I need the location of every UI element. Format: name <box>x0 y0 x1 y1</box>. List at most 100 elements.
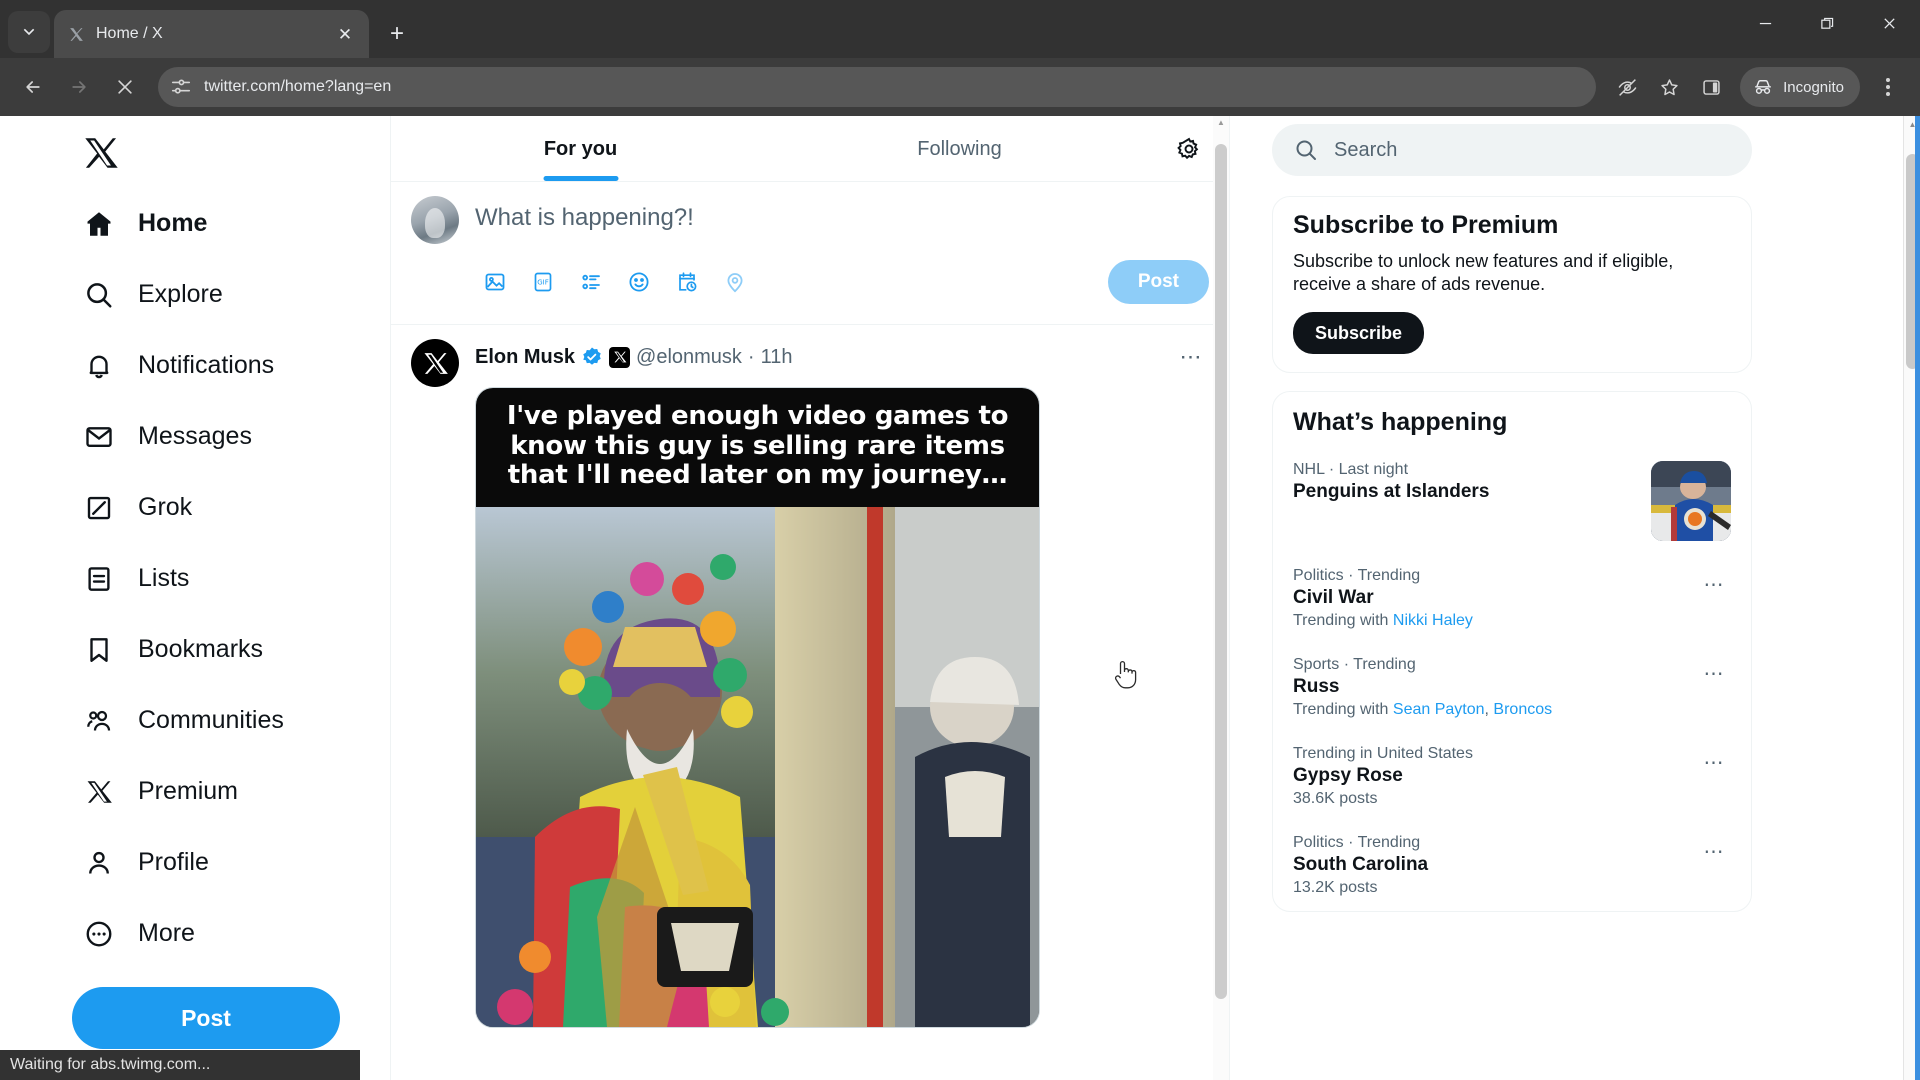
stop-loading-button[interactable] <box>104 66 146 108</box>
gear-icon <box>1177 137 1199 159</box>
tab-label: Following <box>917 138 1002 160</box>
new-tab-button[interactable]: + <box>379 16 415 52</box>
stop-loading-icon <box>118 80 132 94</box>
avatar[interactable] <box>411 196 459 244</box>
back-button[interactable] <box>12 66 54 108</box>
grok-icon <box>82 491 116 525</box>
page-scrollbar[interactable]: ▲ <box>1903 116 1920 1080</box>
tab-search-button[interactable] <box>8 11 50 53</box>
gif-icon[interactable]: GIF <box>523 262 563 302</box>
site-settings-icon[interactable] <box>170 76 192 98</box>
sidebar-item-premium[interactable]: Premium <box>72 756 260 827</box>
scroll-up-arrow[interactable]: ▲ <box>1213 118 1229 127</box>
sidebar-item-label: Lists <box>138 564 190 592</box>
trend-item[interactable]: NHL · Last night Penguins at Islanders <box>1273 449 1751 555</box>
premium-card: Subscribe to Premium Subscribe to unlock… <box>1272 196 1752 374</box>
sidebar-item-home[interactable]: Home <box>72 188 229 259</box>
trend-link[interactable]: Broncos <box>1493 701 1552 718</box>
trend-sub-prefix: Trending with <box>1293 612 1393 630</box>
poll-icon[interactable] <box>571 262 611 302</box>
tab-title: Home / X <box>96 25 163 42</box>
schedule-icon[interactable] <box>667 262 707 302</box>
bookmark-button[interactable] <box>1650 68 1688 106</box>
sidebar-item-notifications[interactable]: Notifications <box>72 330 296 401</box>
emoji-icon[interactable] <box>619 262 659 302</box>
sidebar-item-bookmarks[interactable]: Bookmarks <box>72 614 285 685</box>
address-bar[interactable]: twitter.com/home?lang=en <box>158 67 1597 107</box>
tweet-media[interactable]: I've played enough video games to know t… <box>475 387 1040 1028</box>
sidebar-item-label: Home <box>138 209 208 237</box>
forward-button[interactable] <box>58 66 100 108</box>
trend-link[interactable]: Nikki Haley <box>1393 612 1473 629</box>
sidebar-item-label: Bookmarks <box>138 635 264 663</box>
sidebar-item-explore[interactable]: Explore <box>72 259 245 330</box>
search-input[interactable]: Search <box>1272 124 1752 176</box>
tweet-header: Elon Musk @elonmusk · 11h ⋯ <box>475 339 1209 375</box>
sidebar-item-more[interactable]: More <box>72 898 217 969</box>
tab-for-you[interactable]: For you <box>391 116 770 181</box>
browser-tab[interactable]: Home / X ✕ <box>54 10 369 58</box>
chevron-down-icon <box>23 28 35 36</box>
image-icon[interactable] <box>475 262 515 302</box>
tracking-protection-button[interactable] <box>1608 68 1646 106</box>
compose-toolbar: GIF Post <box>475 260 1209 318</box>
tab-close-icon[interactable]: ✕ <box>333 22 357 46</box>
sidebar-item-profile[interactable]: Profile <box>72 827 231 898</box>
search-placeholder: Search <box>1334 138 1398 161</box>
home-icon <box>82 207 116 241</box>
minimize-button[interactable] <box>1734 0 1796 46</box>
sidebar-item-label: Messages <box>138 422 252 450</box>
subscribe-button[interactable]: Subscribe <box>1293 312 1425 355</box>
tweet-author-handle[interactable]: @elonmusk <box>636 346 742 369</box>
tweet-author-avatar[interactable] <box>411 339 459 387</box>
maximize-button[interactable] <box>1796 0 1858 46</box>
location-icon[interactable] <box>715 262 755 302</box>
trend-more-button[interactable]: ⋯ <box>1697 745 1731 779</box>
window-controls <box>1734 0 1920 58</box>
trend-more-button[interactable]: ⋯ <box>1697 656 1731 690</box>
person-icon <box>82 846 116 880</box>
compose-input[interactable]: What is happening?! <box>475 196 1209 260</box>
trend-subtext: Trending with Sean Payton, Broncos <box>1293 701 1687 719</box>
tweet-author-name[interactable]: Elon Musk <box>475 346 575 369</box>
trend-name: Civil War <box>1293 587 1374 609</box>
sidebar-item-label: Notifications <box>138 351 275 379</box>
trend-item[interactable]: Politics · Trending Civil War Trending w… <box>1273 555 1751 644</box>
trend-more-button[interactable]: ⋯ <box>1697 834 1731 868</box>
trend-name: Penguins at Islanders <box>1293 481 1490 503</box>
trend-item[interactable]: Sports · Trending Russ Trending with Sea… <box>1273 644 1751 733</box>
profile-chip[interactable]: Incognito <box>1740 67 1860 107</box>
x-logo-icon[interactable] <box>72 124 130 182</box>
trend-item[interactable]: Trending in United States Gypsy Rose 38.… <box>1273 733 1751 822</box>
compose-post-button[interactable]: Post <box>72 987 340 1049</box>
side-panel-button[interactable] <box>1692 68 1730 106</box>
sidebar-item-communities[interactable]: Communities <box>72 685 306 756</box>
scrollbar-thumb[interactable] <box>1215 144 1227 999</box>
trend-item[interactable]: Politics · Trending South Carolina 13.2K… <box>1273 822 1751 911</box>
svg-text:GIF: GIF <box>537 279 549 287</box>
post-button[interactable]: Post <box>1107 260 1209 304</box>
sidebar-item-messages[interactable]: Messages <box>72 401 274 472</box>
trend-subtext: Trending with Nikki Haley <box>1293 612 1687 630</box>
trend-post-count: 13.2K posts <box>1293 879 1378 897</box>
chrome-menu-button[interactable] <box>1868 67 1908 107</box>
search-icon <box>1296 140 1316 160</box>
tweet: Elon Musk @elonmusk · 11h ⋯ I've played … <box>391 325 1229 1028</box>
bookmark-star-icon <box>1660 78 1678 95</box>
sidebar-item-label: More <box>138 919 195 947</box>
tab-following[interactable]: Following <box>770 116 1149 181</box>
tweet-more-button[interactable]: ⋯ <box>1173 339 1209 375</box>
timeline-scrollbar[interactable]: ▲ <box>1213 116 1229 1080</box>
timeline-column: For you Following What is happening?! GI… <box>390 116 1230 1080</box>
trend-link[interactable]: Sean Payton <box>1393 701 1485 718</box>
trend-more-button[interactable]: ⋯ <box>1697 567 1731 601</box>
trend-name: South Carolina <box>1293 854 1429 876</box>
close-button[interactable] <box>1858 0 1920 46</box>
trend-category: Politics · Trending <box>1293 834 1421 852</box>
trend-name: Russ <box>1293 676 1340 698</box>
sidebar-item-lists[interactable]: Lists <box>72 543 211 614</box>
sidebar-item-grok[interactable]: Grok <box>72 472 214 543</box>
tweet-timestamp[interactable]: 11h <box>761 346 793 369</box>
x-favicon <box>66 24 86 44</box>
mail-icon <box>82 420 116 454</box>
